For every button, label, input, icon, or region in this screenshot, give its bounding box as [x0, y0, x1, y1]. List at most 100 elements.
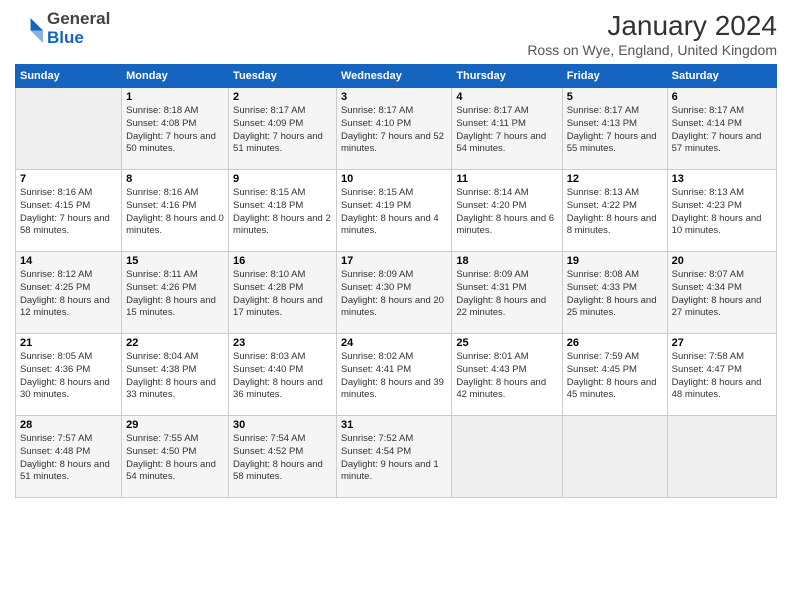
day-info: Sunrise: 8:09 AMSunset: 4:30 PMDaylight:…: [341, 269, 447, 320]
calendar-cell: 4 Sunrise: 8:17 AMSunset: 4:11 PMDaylight…: [452, 88, 562, 170]
day-info: Sunrise: 8:14 AMSunset: 4:20 PMDaylight:…: [456, 187, 557, 238]
header-day-saturday: Saturday: [667, 65, 776, 88]
day-number: 22: [126, 337, 224, 349]
day-info: Sunrise: 8:08 AMSunset: 4:33 PMDaylight:…: [567, 269, 663, 320]
day-number: 4: [456, 91, 557, 103]
calendar-cell: 14 Sunrise: 8:12 AMSunset: 4:25 PMDayligh…: [16, 252, 122, 334]
day-number: 11: [456, 173, 557, 185]
day-info: Sunrise: 8:17 AMSunset: 4:13 PMDaylight:…: [567, 105, 663, 156]
day-number: 7: [20, 173, 117, 185]
calendar-cell: 6 Sunrise: 8:17 AMSunset: 4:14 PMDaylight…: [667, 88, 776, 170]
logo-general: General: [47, 10, 110, 29]
day-info: Sunrise: 8:16 AMSunset: 4:15 PMDaylight:…: [20, 187, 117, 238]
calendar-cell: 24 Sunrise: 8:02 AMSunset: 4:41 PMDayligh…: [336, 334, 451, 416]
logo-icon: [15, 15, 43, 43]
day-info: Sunrise: 8:07 AMSunset: 4:34 PMDaylight:…: [672, 269, 772, 320]
day-number: 13: [672, 173, 772, 185]
calendar-cell: 29Sunrise: 7:55 AMSunset: 4:50 PMDayligh…: [122, 416, 229, 498]
calendar-cell: 8 Sunrise: 8:16 AMSunset: 4:16 PMDaylight…: [122, 170, 229, 252]
day-info: Sunrise: 8:03 AMSunset: 4:40 PMDaylight:…: [233, 351, 332, 402]
day-info: Sunrise: 8:17 AMSunset: 4:11 PMDaylight:…: [456, 105, 557, 156]
day-info: Sunrise: 7:57 AMSunset: 4:48 PMDaylight:…: [20, 433, 117, 484]
calendar-cell: [16, 88, 122, 170]
calendar-cell: [562, 416, 667, 498]
day-info: Sunrise: 7:58 AMSunset: 4:47 PMDaylight:…: [672, 351, 772, 402]
main-title: January 2024: [527, 10, 777, 42]
calendar-cell: 1 Sunrise: 8:18 AMSunset: 4:08 PMDaylight…: [122, 88, 229, 170]
calendar-cell: 10Sunrise: 8:15 AMSunset: 4:19 PMDayligh…: [336, 170, 451, 252]
calendar-cell: 20 Sunrise: 8:07 AMSunset: 4:34 PMDayligh…: [667, 252, 776, 334]
calendar-cell: 23 Sunrise: 8:03 AMSunset: 4:40 PMDayligh…: [229, 334, 337, 416]
day-number: 6: [672, 91, 772, 103]
day-number: 8: [126, 173, 224, 185]
header-row: SundayMondayTuesdayWednesdayThursdayFrid…: [16, 65, 777, 88]
day-number: 20: [672, 255, 772, 267]
day-info: Sunrise: 8:04 AMSunset: 4:38 PMDaylight:…: [126, 351, 224, 402]
day-number: 30: [233, 419, 332, 431]
week-row-5: 28 Sunrise: 7:57 AMSunset: 4:48 PMDayligh…: [16, 416, 777, 498]
calendar-cell: 3 Sunrise: 8:17 AMSunset: 4:10 PMDaylight…: [336, 88, 451, 170]
calendar-cell: 13Sunrise: 8:13 AMSunset: 4:23 PMDayligh…: [667, 170, 776, 252]
calendar-cell: 15Sunrise: 8:11 AMSunset: 4:26 PMDayligh…: [122, 252, 229, 334]
day-number: 5: [567, 91, 663, 103]
day-number: 29: [126, 419, 224, 431]
day-info: Sunrise: 8:13 AMSunset: 4:22 PMDaylight:…: [567, 187, 663, 238]
header-day-friday: Friday: [562, 65, 667, 88]
week-row-1: 1 Sunrise: 8:18 AMSunset: 4:08 PMDaylight…: [16, 88, 777, 170]
calendar-cell: 25 Sunrise: 8:01 AMSunset: 4:43 PMDayligh…: [452, 334, 562, 416]
day-number: 24: [341, 337, 447, 349]
calendar-cell: 5 Sunrise: 8:17 AMSunset: 4:13 PMDaylight…: [562, 88, 667, 170]
day-number: 9: [233, 173, 332, 185]
header-day-monday: Monday: [122, 65, 229, 88]
day-info: Sunrise: 8:09 AMSunset: 4:31 PMDaylight:…: [456, 269, 557, 320]
day-number: 1: [126, 91, 224, 103]
header-day-sunday: Sunday: [16, 65, 122, 88]
logo: General Blue: [15, 10, 110, 47]
day-info: Sunrise: 8:02 AMSunset: 4:41 PMDaylight:…: [341, 351, 447, 402]
calendar-cell: 17Sunrise: 8:09 AMSunset: 4:30 PMDayligh…: [336, 252, 451, 334]
day-info: Sunrise: 8:18 AMSunset: 4:08 PMDaylight:…: [126, 105, 224, 156]
day-info: Sunrise: 8:17 AMSunset: 4:10 PMDaylight:…: [341, 105, 447, 156]
day-number: 14: [20, 255, 117, 267]
day-info: Sunrise: 7:52 AMSunset: 4:54 PMDaylight:…: [341, 433, 447, 484]
day-number: 21: [20, 337, 117, 349]
calendar-cell: [452, 416, 562, 498]
calendar-cell: 19 Sunrise: 8:08 AMSunset: 4:33 PMDayligh…: [562, 252, 667, 334]
subtitle: Ross on Wye, England, United Kingdom: [527, 42, 777, 58]
calendar-cell: 30 Sunrise: 7:54 AMSunset: 4:52 PMDayligh…: [229, 416, 337, 498]
logo-blue: Blue: [47, 29, 110, 48]
header-day-wednesday: Wednesday: [336, 65, 451, 88]
day-number: 16: [233, 255, 332, 267]
calendar-cell: 16 Sunrise: 8:10 AMSunset: 4:28 PMDayligh…: [229, 252, 337, 334]
day-info: Sunrise: 8:10 AMSunset: 4:28 PMDaylight:…: [233, 269, 332, 320]
day-info: Sunrise: 8:17 AMSunset: 4:14 PMDaylight:…: [672, 105, 772, 156]
day-info: Sunrise: 7:59 AMSunset: 4:45 PMDaylight:…: [567, 351, 663, 402]
day-info: Sunrise: 7:54 AMSunset: 4:52 PMDaylight:…: [233, 433, 332, 484]
day-info: Sunrise: 8:15 AMSunset: 4:19 PMDaylight:…: [341, 187, 447, 238]
day-number: 25: [456, 337, 557, 349]
day-number: 3: [341, 91, 447, 103]
day-number: 26: [567, 337, 663, 349]
calendar-cell: 22 Sunrise: 8:04 AMSunset: 4:38 PMDayligh…: [122, 334, 229, 416]
week-row-2: 7 Sunrise: 8:16 AMSunset: 4:15 PMDaylight…: [16, 170, 777, 252]
day-number: 28: [20, 419, 117, 431]
calendar-cell: [667, 416, 776, 498]
day-number: 27: [672, 337, 772, 349]
calendar-cell: 26 Sunrise: 7:59 AMSunset: 4:45 PMDayligh…: [562, 334, 667, 416]
day-info: Sunrise: 8:01 AMSunset: 4:43 PMDaylight:…: [456, 351, 557, 402]
day-number: 23: [233, 337, 332, 349]
day-info: Sunrise: 8:16 AMSunset: 4:16 PMDaylight:…: [126, 187, 224, 238]
day-info: Sunrise: 8:12 AMSunset: 4:25 PMDaylight:…: [20, 269, 117, 320]
calendar-cell: 28 Sunrise: 7:57 AMSunset: 4:48 PMDayligh…: [16, 416, 122, 498]
calendar-table: SundayMondayTuesdayWednesdayThursdayFrid…: [15, 64, 777, 498]
week-row-3: 14 Sunrise: 8:12 AMSunset: 4:25 PMDayligh…: [16, 252, 777, 334]
calendar-cell: 9Sunrise: 8:15 AMSunset: 4:18 PMDaylight…: [229, 170, 337, 252]
day-number: 18: [456, 255, 557, 267]
calendar-cell: 21Sunrise: 8:05 AMSunset: 4:36 PMDayligh…: [16, 334, 122, 416]
day-number: 19: [567, 255, 663, 267]
day-info: Sunrise: 8:17 AMSunset: 4:09 PMDaylight:…: [233, 105, 332, 156]
calendar-cell: 11 Sunrise: 8:14 AMSunset: 4:20 PMDayligh…: [452, 170, 562, 252]
day-info: Sunrise: 8:11 AMSunset: 4:26 PMDaylight:…: [126, 269, 224, 320]
title-block: January 2024 Ross on Wye, England, Unite…: [527, 10, 777, 58]
calendar-cell: 31Sunrise: 7:52 AMSunset: 4:54 PMDayligh…: [336, 416, 451, 498]
